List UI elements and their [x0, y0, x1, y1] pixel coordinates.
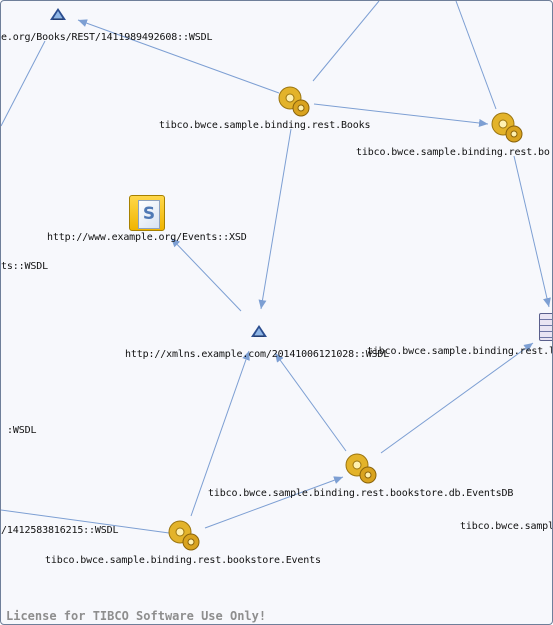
- edge-eventsdb-to-db: [380, 342, 534, 454]
- node-label: tibco.bwce.sample.binding.rest.Books: [159, 120, 371, 131]
- wsdl-triangle-icon: [251, 325, 267, 337]
- wsdl-triangle-icon: [50, 8, 66, 20]
- database-icon: [539, 313, 552, 341]
- license-watermark: License for TIBCO Software Use Only!: [6, 609, 267, 623]
- node-label: tibco.bwce.sample.binding.rest.l: [367, 346, 553, 357]
- edge-events-to-eventsdb: [204, 476, 344, 529]
- node-label: http://www.example.org/Events::XSD: [47, 232, 247, 243]
- node-label: tibco.bwce.sample.binding.rest.bo: [356, 147, 550, 158]
- edge-xmlns-to-events-xsd: [170, 237, 242, 312]
- edge-offscreen-to-rest-bo: [455, 1, 497, 110]
- node-label: e.org/Books/REST/1411989492608::WSDL: [1, 32, 213, 43]
- edge-books-wsdl-offscreen-left: [1, 40, 46, 127]
- process-gears-icon: [168, 520, 200, 551]
- node-label: :WSDL: [7, 425, 37, 436]
- edge-eventsdb-to-xmlns: [274, 352, 347, 452]
- node-label: tibco.bwce.sample.binding.rest.bookstore…: [45, 555, 321, 566]
- xsd-document-icon: S: [129, 195, 165, 231]
- process-gears-icon: [345, 453, 377, 484]
- edge-books-to-books-wsdl: [77, 19, 280, 94]
- node-label: tibco.bwce.sample.binding.rest.bookstore…: [208, 488, 514, 499]
- edge-books-offscreen-top: [312, 1, 380, 82]
- edge-rest-bo-to-db: [513, 155, 551, 308]
- process-gears-icon: [278, 86, 310, 117]
- node-label: /1412583816215::WSDL: [1, 525, 119, 536]
- node-label: tibco.bwce.sampl: [460, 521, 553, 532]
- node-label: http://xmlns.example.com/20141006121028:…: [125, 349, 390, 360]
- dependency-diagram-canvas[interactable]: e.org/Books/REST/1411989492608::WSDL tib…: [0, 0, 553, 625]
- node-label: ts::WSDL: [1, 261, 48, 272]
- process-gears-icon: [491, 112, 523, 143]
- edge-books-to-xmlns-wsdl: [258, 128, 292, 310]
